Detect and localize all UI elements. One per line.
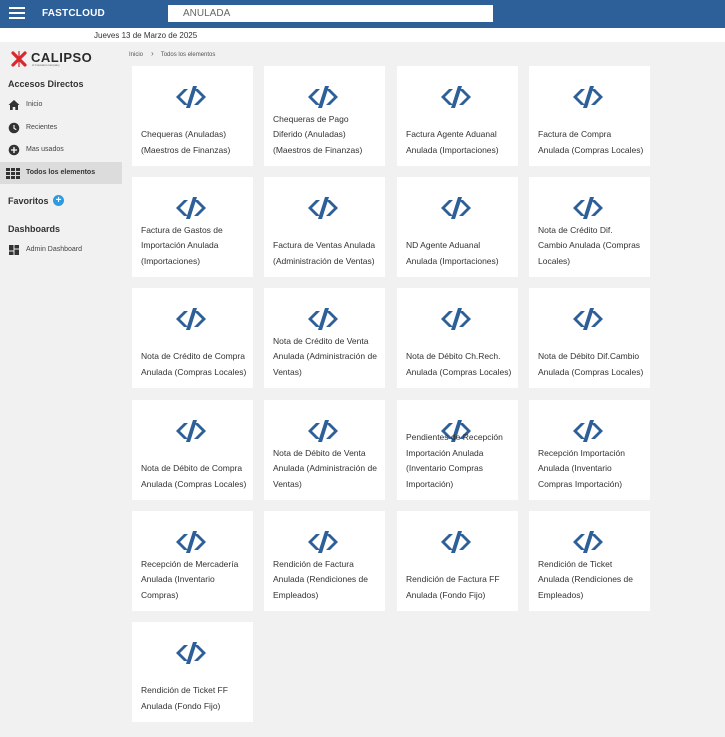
calipso-element-icon: [573, 420, 603, 442]
card-label: Recepción de Mercadería Anulada (Inventa…: [141, 558, 239, 600]
clock-icon: [8, 122, 20, 134]
element-card[interactable]: Nota de Débito Dif.Cambio Anulada (Compr…: [529, 288, 650, 388]
element-card[interactable]: Nota de Crédito de Compra Anulada (Compr…: [132, 288, 253, 388]
card-label: Factura de Ventas Anulada (Administració…: [273, 240, 376, 266]
calipso-element-icon: [441, 308, 471, 330]
calipso-element-icon: [176, 642, 206, 664]
card-label: Rendición de Ticket FF Anulada (Fondo Fi…: [141, 685, 228, 711]
card-label: Factura de Gastos de Importación Anulada…: [141, 224, 223, 266]
element-card[interactable]: Chequeras (Anuladas) (Maestros de Finanz…: [132, 66, 253, 166]
card-label: Nota de Débito de Compra Anulada (Compra…: [141, 463, 247, 489]
favoritos-title: Favoritos: [8, 196, 49, 206]
grid-icon: [6, 168, 20, 179]
calipso-element-icon: [441, 531, 471, 553]
calipso-element-icon: [176, 197, 206, 219]
home-icon: [8, 100, 20, 110]
calipso-element-icon: [573, 197, 603, 219]
chevron-right-icon: ›: [151, 49, 154, 58]
card-label: Nota de Débito de Venta Anulada (Adminis…: [273, 447, 377, 489]
card-label: Recepción Importación Anulada (Inventari…: [538, 447, 625, 489]
element-card[interactable]: Factura Agente Aduanal Anulada (Importac…: [397, 66, 518, 166]
sidebar-item-mas-usados[interactable]: Mas usados: [0, 139, 122, 161]
element-card[interactable]: Nota de Crédito de Venta Anulada (Admini…: [264, 288, 385, 388]
calipso-element-icon: [308, 197, 338, 219]
element-card[interactable]: Rendición de Factura Anulada (Rendicione…: [264, 511, 385, 611]
dashboards-title: Dashboards: [8, 224, 61, 234]
calipso-element-icon: [176, 86, 206, 108]
calipso-element-icon: [573, 531, 603, 553]
calipso-element-icon: [308, 531, 338, 553]
sidebar-item-todos-los-elementos[interactable]: Todos los elementos: [0, 162, 122, 184]
calipso-element-icon: [176, 531, 206, 553]
calipso-element-icon: [308, 86, 338, 108]
calipso-element-icon: [573, 86, 603, 108]
breadcrumb-current: Todos los elementos: [160, 52, 216, 58]
card-label: Nota de Crédito de Venta Anulada (Admini…: [273, 335, 377, 377]
hamburger-menu-icon[interactable]: [9, 7, 25, 20]
card-label: Chequeras de Pago Diferido (Anuladas) (M…: [273, 113, 363, 155]
sidebar-item-label: Inicio: [26, 101, 43, 108]
sidebar-item-label: Admin Dashboard: [26, 246, 83, 253]
calipso-element-icon: [441, 197, 471, 219]
element-card[interactable]: ND Agente Aduanal Anulada (Importaciones…: [397, 177, 518, 277]
sidebar-item-label: Mas usados: [26, 146, 64, 153]
sidebar-item-recientes[interactable]: Recientes: [0, 117, 122, 139]
app-name: FASTCLOUD: [42, 8, 105, 19]
element-card[interactable]: Rendición de Ticket FF Anulada (Fondo Fi…: [132, 622, 253, 722]
element-card[interactable]: Chequeras de Pago Diferido (Anuladas) (M…: [264, 66, 385, 166]
card-label: Rendición de Factura FF Anulada (Fondo F…: [406, 574, 500, 600]
card-label: Nota de Débito Dif.Cambio Anulada (Compr…: [538, 351, 644, 377]
calipso-element-icon: [176, 420, 206, 442]
element-card[interactable]: Nota de Débito de Venta Anulada (Adminis…: [264, 400, 385, 500]
element-card[interactable]: Factura de Ventas Anulada (Administració…: [264, 177, 385, 277]
sidebar-item-inicio[interactable]: Inicio: [0, 94, 122, 116]
breadcrumb-home[interactable]: Inicio: [129, 52, 143, 58]
element-card[interactable]: Rendición de Ticket Anulada (Rendiciones…: [529, 511, 650, 611]
plus-circle-icon: [8, 144, 20, 156]
add-favorite-icon[interactable]: +: [53, 195, 64, 206]
card-label: Chequeras (Anuladas) (Maestros de Finanz…: [141, 129, 231, 155]
element-card[interactable]: Factura de Gastos de Importación Anulada…: [132, 177, 253, 277]
element-card[interactable]: Nota de Débito Ch.Rech. Anulada (Compras…: [397, 288, 518, 388]
element-card[interactable]: Rendición de Factura FF Anulada (Fondo F…: [397, 511, 518, 611]
breadcrumb: Inicio › Todos los elementos: [129, 49, 215, 58]
element-card[interactable]: Nota de Crédito Dif. Cambio Anulada (Com…: [529, 177, 650, 277]
card-label: Rendición de Factura Anulada (Rendicione…: [273, 558, 368, 600]
search-input[interactable]: [168, 5, 493, 22]
calipso-element-icon: [573, 308, 603, 330]
element-card[interactable]: Nota de Débito de Compra Anulada (Compra…: [132, 400, 253, 500]
accesos-directos-title: Accesos Directos: [8, 79, 84, 89]
calipso-element-icon: [441, 86, 471, 108]
logo-tagline: A Constant company: [32, 63, 60, 67]
element-card[interactable]: Recepción de Mercadería Anulada (Inventa…: [132, 511, 253, 611]
sidebar-item-admin-dashboard[interactable]: Admin Dashboard: [0, 239, 122, 261]
current-date: Jueves 13 de Marzo de 2025: [94, 31, 198, 40]
card-label: Rendición de Ticket Anulada (Rendiciones…: [538, 558, 633, 600]
element-card[interactable]: Factura de Compra Anulada (Compras Local…: [529, 66, 650, 166]
card-label: Nota de Crédito de Compra Anulada (Compr…: [141, 351, 247, 377]
card-label: Factura Agente Aduanal Anulada (Importac…: [406, 129, 499, 155]
sidebar-item-label: Todos los elementos: [26, 169, 96, 176]
card-label: ND Agente Aduanal Anulada (Importaciones…: [406, 240, 499, 266]
dashboard-icon: [9, 245, 19, 255]
element-card[interactable]: Pendientes de Recepción Importación Anul…: [397, 400, 518, 500]
card-label: Nota de Débito Ch.Rech. Anulada (Compras…: [406, 351, 512, 377]
calipso-element-icon: [308, 308, 338, 330]
calipso-element-icon: [176, 308, 206, 330]
card-label: Nota de Crédito Dif. Cambio Anulada (Com…: [538, 224, 641, 266]
sidebar-item-label: Recientes: [26, 124, 58, 131]
card-label: Factura de Compra Anulada (Compras Local…: [538, 129, 644, 155]
element-card[interactable]: Recepción Importación Anulada (Inventari…: [529, 400, 650, 500]
card-label: Pendientes de Recepción Importación Anul…: [406, 432, 503, 489]
calipso-element-icon: [308, 420, 338, 442]
